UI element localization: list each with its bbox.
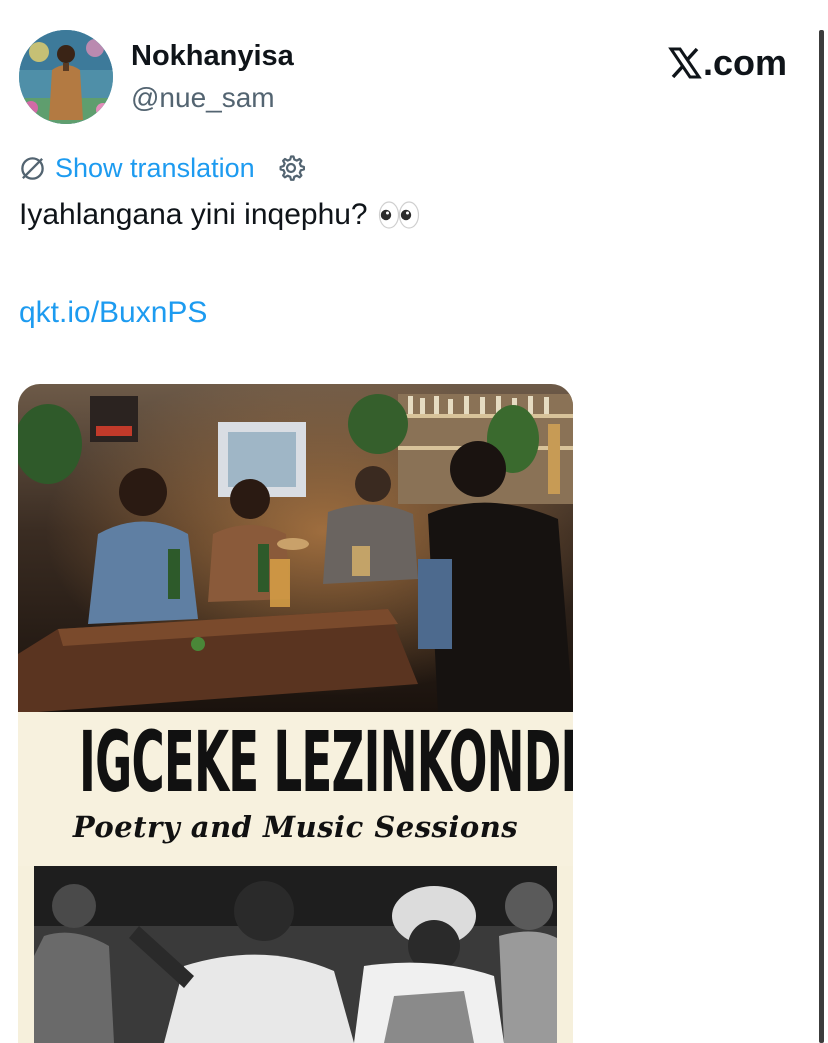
avatar-image — [19, 30, 113, 124]
eyes-emoji-icon — [378, 201, 419, 229]
dancers-bw-photo — [34, 866, 557, 1043]
show-translation-link[interactable]: Show translation — [55, 153, 255, 184]
tweet-screenshot: Nokhanyisa @nue_sam .com Show translatio… — [0, 0, 828, 1043]
scrollbar[interactable] — [819, 30, 824, 1043]
tweet-text-row: Iyahlangana yini inqephu? — [19, 198, 420, 232]
avatar[interactable] — [19, 30, 113, 124]
gear-icon[interactable] — [277, 154, 305, 182]
tweet-media-poster[interactable]: IGCEKE LEZINKONDLO Poetry and Music Sess… — [18, 384, 573, 1043]
poster-subtitle: Poetry and Music Sessions — [72, 810, 519, 844]
eyes-emoji — [378, 200, 420, 230]
brand-logo: .com — [668, 42, 787, 84]
tweet-link[interactable]: qkt.io/BuxnPS — [19, 296, 207, 330]
display-name[interactable]: Nokhanyisa — [131, 40, 294, 73]
x-logo-icon — [668, 47, 702, 79]
translation-row: Show translation — [19, 150, 305, 186]
user-handle[interactable]: @nue_sam — [131, 82, 275, 114]
brand-label: .com — [703, 42, 788, 83]
globe-icon — [21, 156, 44, 180]
tweet-text: Iyahlangana yini inqephu? — [19, 198, 368, 231]
bar-audience-photo — [18, 384, 573, 712]
poster-title: IGCEKE LEZINKONDLO — [79, 712, 573, 812]
